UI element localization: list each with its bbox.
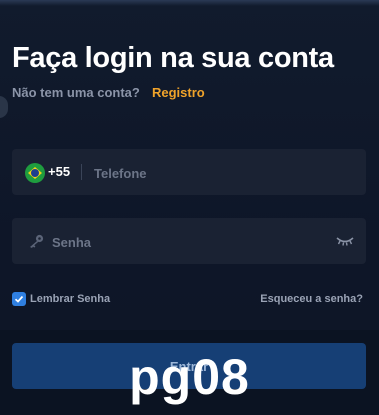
forgot-password-link[interactable]: Esqueceu a senha? [260, 293, 363, 305]
watermark-text: pg08 [129, 349, 250, 405]
remember-checkbox[interactable] [12, 292, 26, 306]
register-link[interactable]: Registro [152, 85, 205, 100]
dial-code[interactable]: +55 [48, 164, 70, 179]
remember-password-toggle[interactable]: Lembrar Senha [12, 292, 110, 306]
checkmark-icon [14, 295, 24, 303]
phone-input[interactable] [92, 149, 356, 197]
field-divider [81, 164, 82, 180]
side-handle[interactable] [0, 96, 8, 118]
login-panel: Faça login na sua conta Não tem uma cont… [0, 0, 379, 415]
top-border [0, 0, 379, 6]
page-title: Faça login na sua conta [12, 42, 334, 74]
no-account-text: Não tem uma conta? [12, 85, 140, 100]
eye-closed-icon[interactable] [336, 235, 354, 247]
remember-label: Lembrar Senha [30, 293, 111, 305]
password-input[interactable] [50, 218, 334, 266]
phone-field[interactable]: +55 [12, 149, 366, 197]
password-field[interactable] [12, 218, 366, 266]
brazil-flag-icon[interactable] [25, 163, 45, 183]
key-icon [30, 234, 44, 248]
